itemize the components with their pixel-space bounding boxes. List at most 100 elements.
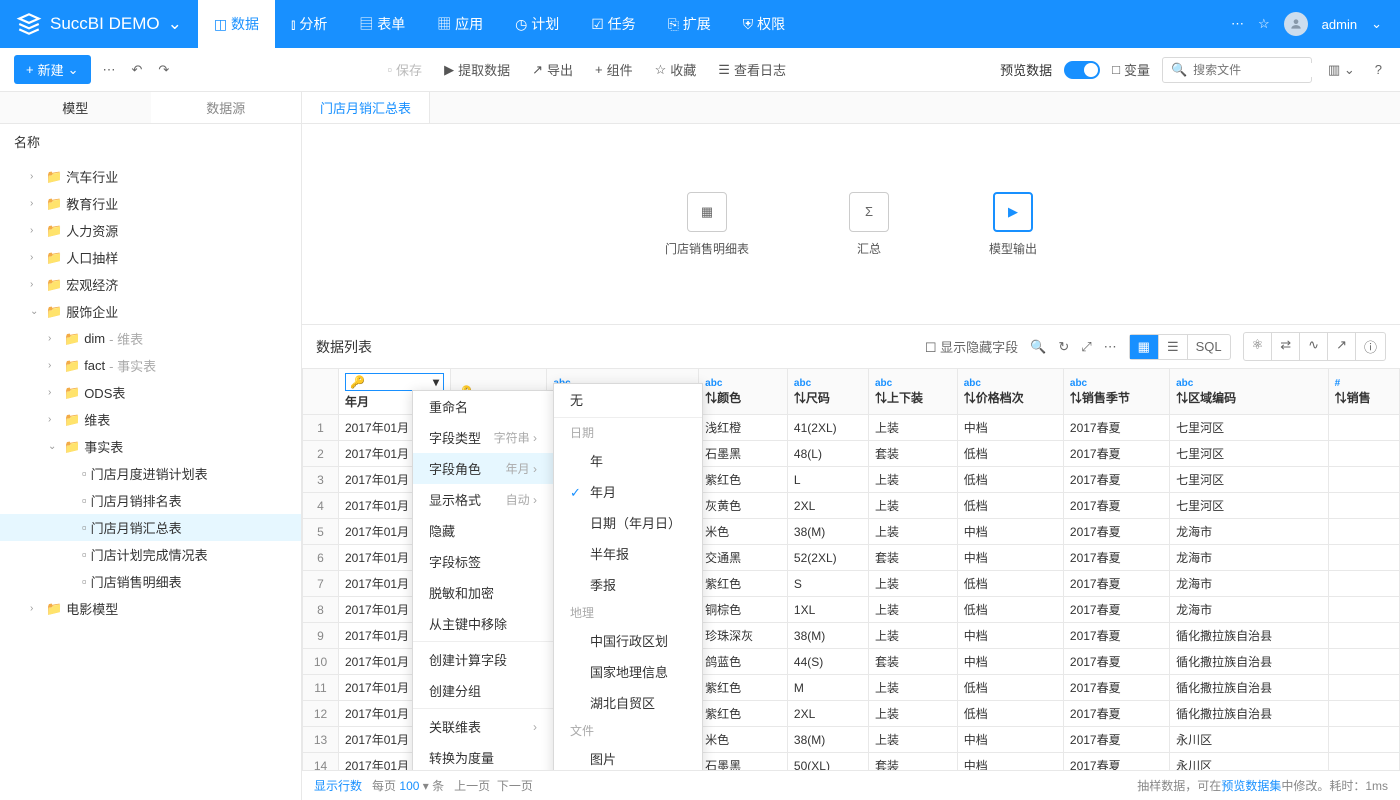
tree-item[interactable]: ⌄📁 服饰企业 bbox=[0, 298, 301, 325]
more-icon[interactable]: ⋯ bbox=[1104, 339, 1117, 355]
more-icon[interactable]: ⋯ bbox=[99, 58, 120, 82]
data-tools: ☐ 显示隐藏字段 🔍 ↻ ⤢ ⋯ ▦ ☰ SQL ⚛ ⇄ ∿ ↗ ⓘ bbox=[925, 332, 1386, 361]
side-tabs: 模型 数据源 bbox=[0, 92, 301, 124]
preview-toggle[interactable] bbox=[1064, 61, 1100, 79]
ctx-item[interactable]: 关联维表 › bbox=[413, 711, 553, 742]
redo-icon[interactable]: ↷ bbox=[154, 58, 173, 82]
pulse-icon[interactable]: ∿ bbox=[1300, 333, 1328, 360]
tree-item[interactable]: ›📁 人力资源 bbox=[0, 217, 301, 244]
tab-model[interactable]: 模型 bbox=[0, 92, 151, 123]
search-input[interactable]: 🔍 bbox=[1162, 57, 1312, 83]
component-button[interactable]: + 组件 bbox=[595, 60, 633, 79]
nav-plan[interactable]: ◷ 计划 bbox=[499, 0, 575, 48]
ctx-item[interactable]: 创建计算字段 bbox=[413, 644, 553, 675]
trend-icon[interactable]: ↗ bbox=[1328, 333, 1356, 360]
analysis-group: ⚛ ⇄ ∿ ↗ ⓘ bbox=[1243, 332, 1386, 361]
submenu-item[interactable]: 图片 bbox=[554, 743, 702, 770]
tree-item[interactable]: ›📁 ODS表 bbox=[0, 379, 301, 406]
ctx-item[interactable]: 从主键中移除 bbox=[413, 608, 553, 639]
favorite-button[interactable]: ☆ 收藏 bbox=[655, 60, 697, 79]
layout-icon[interactable]: ▥ ⌄ bbox=[1324, 58, 1359, 82]
tree-item[interactable]: ›📁 维表 bbox=[0, 406, 301, 433]
view-grid-button[interactable]: ▦ bbox=[1130, 335, 1159, 359]
search-icon[interactable]: 🔍 bbox=[1030, 339, 1046, 355]
expand-icon[interactable]: ⤢ bbox=[1081, 339, 1091, 355]
tree: ›📁 汽车行业›📁 教育行业›📁 人力资源›📁 人口抽样›📁 宏观经济⌄📁 服饰… bbox=[0, 159, 301, 800]
nav-task[interactable]: ☑ 任务 bbox=[575, 0, 651, 48]
tree-item[interactable]: ›📁 fact - 事实表 bbox=[0, 352, 301, 379]
ctx-item[interactable]: 重命名 bbox=[413, 391, 553, 422]
submenu-item[interactable]: ✓年月 bbox=[554, 476, 702, 507]
star-icon[interactable]: ☆ bbox=[1258, 16, 1270, 32]
next-page[interactable]: 下一页 bbox=[497, 779, 533, 793]
more-icon[interactable]: ⋯ bbox=[1231, 16, 1244, 32]
flow-node-aggregate[interactable]: Σ 汇总 bbox=[849, 192, 889, 257]
info-icon[interactable]: ⓘ bbox=[1356, 333, 1385, 360]
ctx-item[interactable]: 显示格式自动 › bbox=[413, 484, 553, 515]
tree-item[interactable]: ▫ 门店销售明细表 bbox=[0, 568, 301, 595]
ctx-item[interactable]: 字段类型字符串 › bbox=[413, 422, 553, 453]
submenu-item[interactable]: 年 bbox=[554, 445, 702, 476]
log-button[interactable]: ☰ 查看日志 bbox=[718, 60, 786, 79]
tree-item[interactable]: ›📁 dim - 维表 bbox=[0, 325, 301, 352]
nav-app[interactable]: ▦ 应用 bbox=[421, 0, 499, 48]
preview-dataset-link[interactable]: 预览数据集 bbox=[1221, 779, 1281, 793]
view-list-button[interactable]: ☰ bbox=[1159, 335, 1188, 359]
extract-button[interactable]: ▶ 提取数据 bbox=[444, 60, 510, 79]
nav-analysis[interactable]: ⫾ 分析 bbox=[275, 0, 343, 48]
tree-item[interactable]: ›📁 汽车行业 bbox=[0, 163, 301, 190]
relation-icon[interactable]: ⚛ bbox=[1244, 333, 1273, 360]
undo-icon[interactable]: ↶ bbox=[128, 58, 147, 82]
submenu-item[interactable]: 半年报 bbox=[554, 538, 702, 569]
show-hidden-checkbox[interactable]: ☐ 显示隐藏字段 bbox=[925, 337, 1018, 356]
help-icon[interactable]: ? bbox=[1371, 58, 1386, 81]
submenu-item[interactable]: 中国行政区划 bbox=[554, 625, 702, 656]
ctx-item[interactable]: 脱敏和加密 bbox=[413, 577, 553, 608]
ctx-item[interactable]: 字段标签 bbox=[413, 546, 553, 577]
tree-item[interactable]: ▫ 门店月度进销计划表 bbox=[0, 460, 301, 487]
submenu-item[interactable]: 季报 bbox=[554, 569, 702, 600]
refresh-icon[interactable]: ↻ bbox=[1058, 339, 1069, 355]
nav-form[interactable]: ▤ 表单 bbox=[343, 0, 421, 48]
tree-item[interactable]: ›📁 教育行业 bbox=[0, 190, 301, 217]
sidebar: 模型 数据源 名称 ›📁 汽车行业›📁 教育行业›📁 人力资源›📁 人口抽样›📁… bbox=[0, 92, 302, 800]
tree-item[interactable]: ›📁 宏观经济 bbox=[0, 271, 301, 298]
tab-active[interactable]: 门店月销汇总表 bbox=[302, 92, 430, 123]
ctx-item[interactable]: 字段角色年月 ›无日期年✓年月日期（年月日）半年报季报地理中国行政区划国家地理信… bbox=[413, 453, 553, 484]
data-grid[interactable]: 🔑 ▾年月🔑abc⇅款式abc⇅颜色abc⇅尺码abc⇅上下装abc⇅价格档次a… bbox=[302, 368, 1400, 770]
prev-page[interactable]: 上一页 bbox=[454, 779, 490, 793]
tabbar: 门店月销汇总表 bbox=[302, 92, 1400, 124]
page-size[interactable]: 100 bbox=[399, 779, 419, 793]
logo[interactable]: SuccBI DEMO ⌄ bbox=[0, 11, 198, 37]
submenu-item[interactable]: 国家地理信息 bbox=[554, 656, 702, 687]
submenu-item[interactable]: 日期（年月日） bbox=[554, 507, 702, 538]
tab-datasource[interactable]: 数据源 bbox=[151, 92, 302, 123]
tree-item[interactable]: ▫ 门店月销排名表 bbox=[0, 487, 301, 514]
tree-item[interactable]: ›📁 人口抽样 bbox=[0, 244, 301, 271]
variable-button[interactable]: □ 变量 bbox=[1112, 60, 1150, 79]
nav-data[interactable]: ◫ 数据 bbox=[198, 0, 275, 48]
view-sql-button[interactable]: SQL bbox=[1188, 335, 1230, 359]
tree-item[interactable]: ⌄📁 事实表 bbox=[0, 433, 301, 460]
tree-item[interactable]: ▫ 门店月销汇总表 bbox=[0, 514, 301, 541]
save-button[interactable]: ▫ 保存 bbox=[387, 60, 422, 79]
toolbar-center: ▫ 保存 ▶ 提取数据 ↗ 导出 + 组件 ☆ 收藏 ☰ 查看日志 bbox=[181, 60, 992, 79]
flow-icon[interactable]: ⇄ bbox=[1272, 333, 1300, 360]
new-button[interactable]: + 新建 ⌄ bbox=[14, 55, 91, 84]
nav-perm[interactable]: ⛨ 权限 bbox=[727, 0, 801, 48]
tree-item[interactable]: ▫ 门店计划完成情况表 bbox=[0, 541, 301, 568]
ctx-item[interactable]: 创建分组 bbox=[413, 675, 553, 706]
flow-node-source[interactable]: ▦ 门店销售明细表 bbox=[665, 192, 749, 257]
submenu-item[interactable]: 无 bbox=[554, 384, 702, 415]
show-rows-link[interactable]: 显示行数 bbox=[314, 779, 362, 793]
brand-text: SuccBI DEMO bbox=[50, 14, 160, 34]
ctx-item[interactable]: 隐藏 bbox=[413, 515, 553, 546]
flow-node-output[interactable]: ▶ 模型输出 bbox=[989, 192, 1037, 257]
tree-item[interactable]: ›📁 电影模型 bbox=[0, 595, 301, 622]
avatar[interactable] bbox=[1284, 12, 1308, 36]
nav-ext[interactable]: ⎘ 扩展 bbox=[652, 0, 727, 48]
username[interactable]: admin bbox=[1322, 17, 1357, 32]
ctx-item[interactable]: 转换为度量 bbox=[413, 742, 553, 770]
export-button[interactable]: ↗ 导出 bbox=[532, 60, 573, 79]
submenu-item[interactable]: 湖北自贸区 bbox=[554, 687, 702, 718]
